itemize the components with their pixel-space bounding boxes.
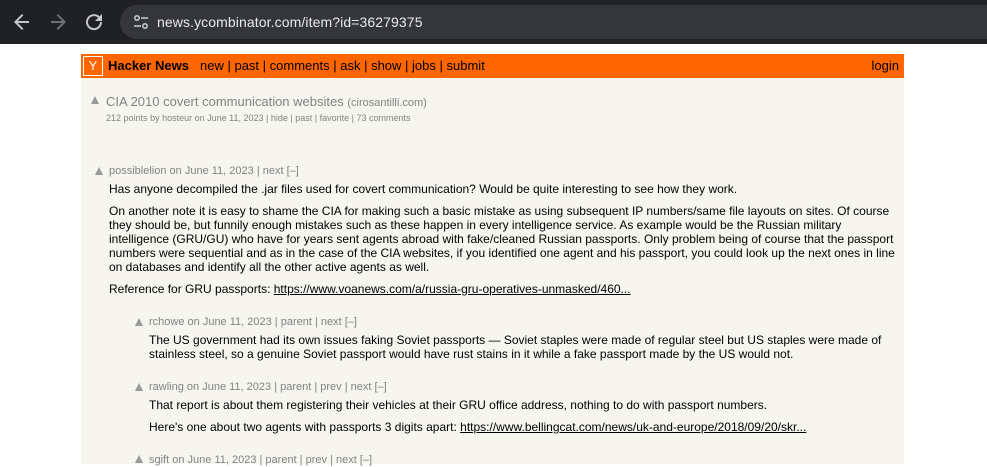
comment-head: rchowe on June 11, 2023 | parent | next …: [149, 316, 357, 329]
reference-link[interactable]: https://www.bellingcat.com/news/uk-and-e…: [460, 420, 806, 434]
nav-separator: |: [259, 58, 270, 73]
forward-arrow-icon[interactable]: [46, 10, 70, 34]
story-date[interactable]: on June 11, 2023: [195, 113, 264, 123]
comment-links[interactable]: | parent | next [–]: [275, 316, 357, 328]
comment-date[interactable]: on June 11, 2023: [187, 381, 271, 393]
nav-separator: |: [223, 58, 235, 73]
hn-page: Y Hacker News new | past | comments | as…: [81, 54, 904, 467]
story-by: by: [150, 113, 160, 123]
story-title-line: CIA 2010 covert communication websites (…: [106, 94, 427, 111]
reference-link[interactable]: https://www.voanews.com/a/russia-gru-ope…: [274, 282, 631, 296]
comment-reference: Here's one about two agents with passpor…: [149, 420, 899, 434]
story-comments-link[interactable]: 73 comments: [356, 113, 410, 123]
story-favorite-link[interactable]: favorite: [320, 113, 350, 123]
url-text[interactable]: news.ycombinator.com/item?id=36279375: [157, 13, 423, 31]
upvote-arrow-icon[interactable]: [135, 383, 143, 391]
upvote-arrow-icon[interactable]: [135, 318, 143, 326]
comment-head: possiblelion on June 11, 2023 | next [–]: [109, 165, 299, 178]
comment-text: The US government had its own issues fak…: [149, 333, 882, 361]
reload-icon[interactable]: [82, 10, 106, 34]
hn-brand-link[interactable]: Hacker News: [108, 58, 189, 74]
story-subtext: 212 points by hosteur on June 11, 2023 |…: [106, 113, 411, 123]
story-points: 212 points: [106, 113, 148, 123]
back-arrow-icon[interactable]: [10, 10, 34, 34]
comment-links[interactable]: | next [–]: [257, 165, 299, 177]
story-user[interactable]: hosteur: [162, 113, 192, 123]
story-hide-link[interactable]: hide: [271, 113, 288, 123]
nav-past[interactable]: past: [234, 58, 259, 73]
story-site[interactable]: (cirosantilli.com): [347, 97, 426, 109]
nav-separator: |: [329, 58, 341, 73]
upvote-arrow-icon[interactable]: [91, 96, 99, 104]
nav-ask[interactable]: ask: [340, 58, 360, 73]
comment-user[interactable]: sgift: [149, 454, 169, 466]
comment-head: rawling on June 11, 2023 | parent | prev…: [149, 381, 387, 394]
comment-user[interactable]: rchowe: [149, 316, 184, 328]
comment-links[interactable]: | parent | prev | next [–]: [260, 454, 373, 466]
login-link[interactable]: login: [872, 58, 899, 74]
upvote-arrow-icon[interactable]: [135, 455, 143, 463]
comment-date[interactable]: on June 11, 2023: [188, 316, 272, 328]
comment-links[interactable]: | parent | prev | next [–]: [274, 381, 387, 393]
story-past-link[interactable]: past: [295, 113, 312, 123]
comment-user[interactable]: rawling: [149, 381, 184, 393]
reference-label: Reference for GRU passports:: [109, 282, 274, 296]
hn-logo[interactable]: Y: [83, 56, 103, 76]
comment-text: On another note it is easy to shame the …: [109, 204, 895, 274]
comment-head: sgift on June 11, 2023 | parent | prev |…: [149, 454, 372, 467]
upvote-arrow-icon[interactable]: [95, 167, 103, 175]
hn-header: Y Hacker News new | past | comments | as…: [81, 54, 904, 78]
comment-date[interactable]: on June 11, 2023: [172, 454, 256, 466]
site-settings-icon[interactable]: [132, 13, 150, 31]
nav-jobs[interactable]: jobs: [412, 58, 436, 73]
comment-text: Has anyone decompiled the .jar files use…: [109, 182, 738, 196]
comment-user[interactable]: possiblelion: [109, 165, 166, 177]
nav-comments[interactable]: comments: [270, 58, 330, 73]
address-bar[interactable]: news.ycombinator.com/item?id=36279375: [120, 5, 987, 39]
nav-separator: |: [401, 58, 413, 73]
nav-separator: |: [360, 58, 372, 73]
story-title-link[interactable]: CIA 2010 covert communication websites: [106, 94, 344, 109]
nav-submit[interactable]: submit: [447, 58, 485, 73]
comment-text: That report is about them registering th…: [149, 398, 768, 412]
nav-show[interactable]: show: [371, 58, 401, 73]
hn-nav: new | past | comments | ask | show | job…: [200, 58, 485, 74]
comment-reference: Reference for GRU passports: https://www…: [109, 282, 899, 296]
reference-label: Here's one about two agents with passpor…: [149, 420, 461, 434]
nav-separator: |: [435, 58, 447, 73]
browser-toolbar: news.ycombinator.com/item?id=36279375: [0, 0, 987, 44]
comment-date[interactable]: on June 11, 2023: [170, 165, 254, 177]
nav-new[interactable]: new: [200, 58, 224, 73]
